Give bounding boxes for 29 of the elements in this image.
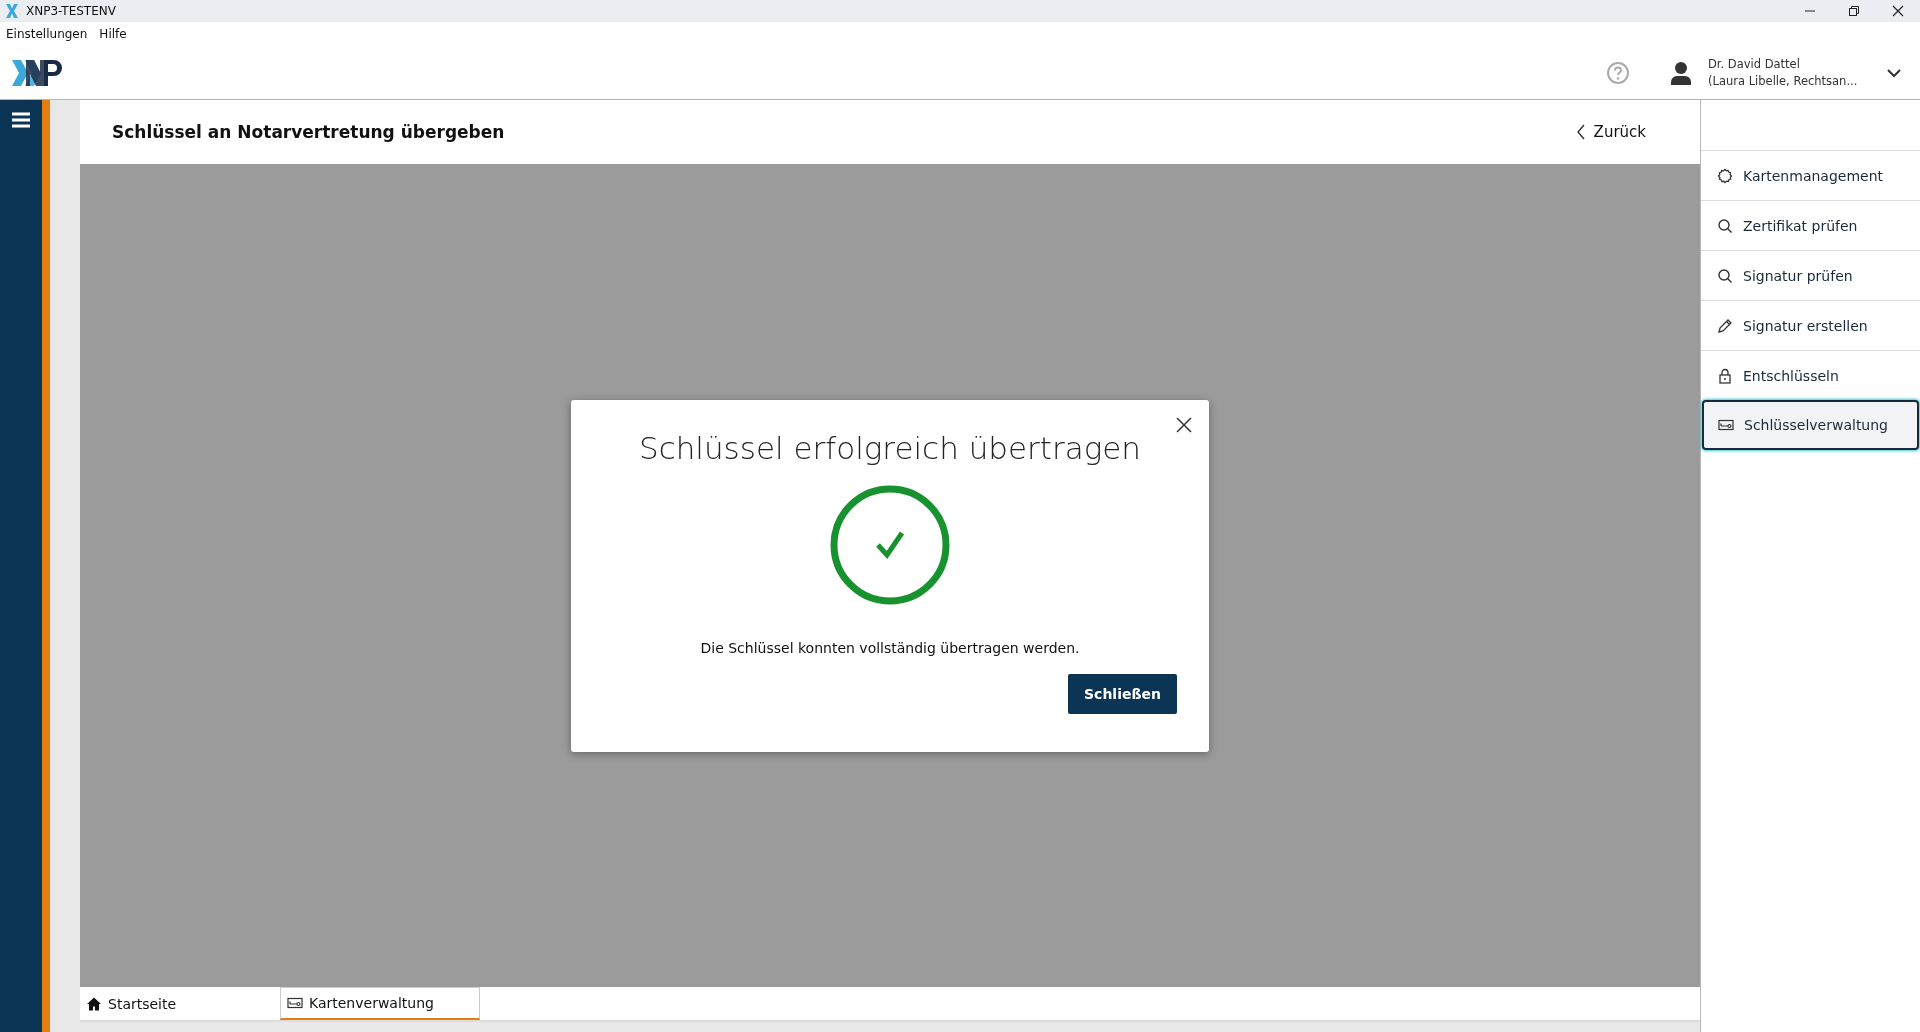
key-card-icon [287,995,303,1011]
chevron-left-icon [1575,124,1586,140]
tab[interactable]: Kartenverwaltung [280,987,480,1020]
close-button[interactable] [1175,415,1193,434]
user-role: (Laura Libelle, Rechtsan... [1708,74,1859,88]
close-dialog-button[interactable]: Schließen [1068,673,1177,714]
search-icon [1717,217,1733,234]
search-icon [1717,267,1733,284]
dialog-message: Die Schlüssel konnten vollständig übertragen werden. [700,639,1080,656]
app-logo-icon [4,3,20,19]
gear-icon [1717,167,1733,184]
window-title: XNP3-TESTENV [26,4,117,18]
logo-icon [12,57,64,88]
menu-item[interactable]: Hilfe [99,27,127,41]
menu-item[interactable]: Einstellungen [6,27,88,41]
menu-icon[interactable] [11,112,31,128]
action-item[interactable]: Schlüsselverwaltung [1702,400,1919,450]
user-icon [1670,60,1692,85]
home-icon [86,995,102,1012]
user-name: Dr. David Dattel [1708,57,1801,71]
close-icon[interactable] [1892,5,1904,17]
key-card-icon [1718,417,1734,433]
restore-icon[interactable] [1848,5,1860,17]
back-button[interactable]: Zurück [1569,122,1652,142]
lock-icon [1717,367,1733,384]
check-circle-icon [829,483,951,606]
page-title: Schlüssel an Notarvertretung übergeben [112,122,506,142]
pencil-icon [1717,317,1733,334]
dialog-title: Schlüssel erfolgreich übertragen [638,429,1141,466]
